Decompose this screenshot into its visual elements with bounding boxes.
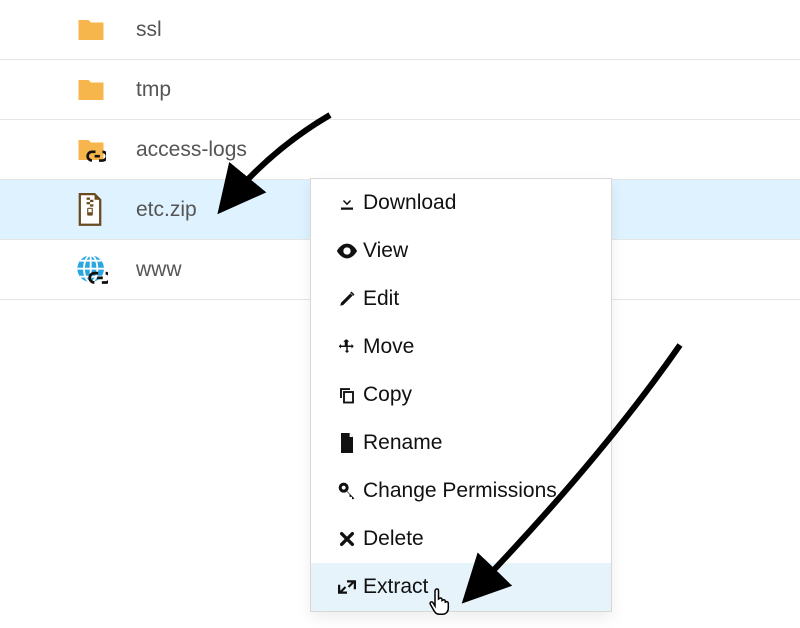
globe-link-icon [76, 254, 136, 286]
file-name: access-logs [136, 138, 247, 162]
download-icon [333, 194, 361, 212]
move-icon [333, 338, 361, 356]
zip-file-icon [76, 193, 136, 227]
menu-view[interactable]: View [311, 227, 611, 275]
context-menu: Download View Edit Move Copy [310, 178, 612, 612]
file-name: tmp [136, 78, 171, 102]
menu-move[interactable]: Move [311, 323, 611, 371]
eye-icon [333, 242, 361, 260]
menu-label: Rename [363, 431, 442, 455]
menu-label: Change Permissions [363, 479, 557, 503]
menu-label: Extract [363, 575, 428, 599]
folder-link-icon [76, 135, 136, 165]
menu-change-permissions[interactable]: Change Permissions [311, 467, 611, 515]
menu-label: Copy [363, 383, 412, 407]
menu-label: Edit [363, 287, 399, 311]
list-item[interactable]: access-logs [0, 120, 800, 180]
file-icon [333, 433, 361, 453]
x-icon [333, 531, 361, 547]
pencil-icon [333, 290, 361, 308]
menu-copy[interactable]: Copy [311, 371, 611, 419]
menu-edit[interactable]: Edit [311, 275, 611, 323]
menu-label: Delete [363, 527, 424, 551]
key-icon [333, 481, 361, 501]
file-name: www [136, 258, 182, 282]
menu-label: Move [363, 335, 414, 359]
file-name: ssl [136, 18, 162, 42]
menu-extract[interactable]: Extract [311, 563, 611, 611]
expand-icon [333, 578, 361, 596]
file-list: ssl tmp access-logs [0, 0, 800, 300]
folder-icon [76, 15, 136, 45]
menu-rename[interactable]: Rename [311, 419, 611, 467]
copy-icon [333, 386, 361, 404]
menu-download[interactable]: Download [311, 179, 611, 227]
folder-icon [76, 75, 136, 105]
list-item[interactable]: tmp [0, 60, 800, 120]
menu-delete[interactable]: Delete [311, 515, 611, 563]
file-name: etc.zip [136, 198, 197, 222]
menu-label: Download [363, 191, 456, 215]
menu-label: View [363, 239, 408, 263]
list-item[interactable]: ssl [0, 0, 800, 60]
